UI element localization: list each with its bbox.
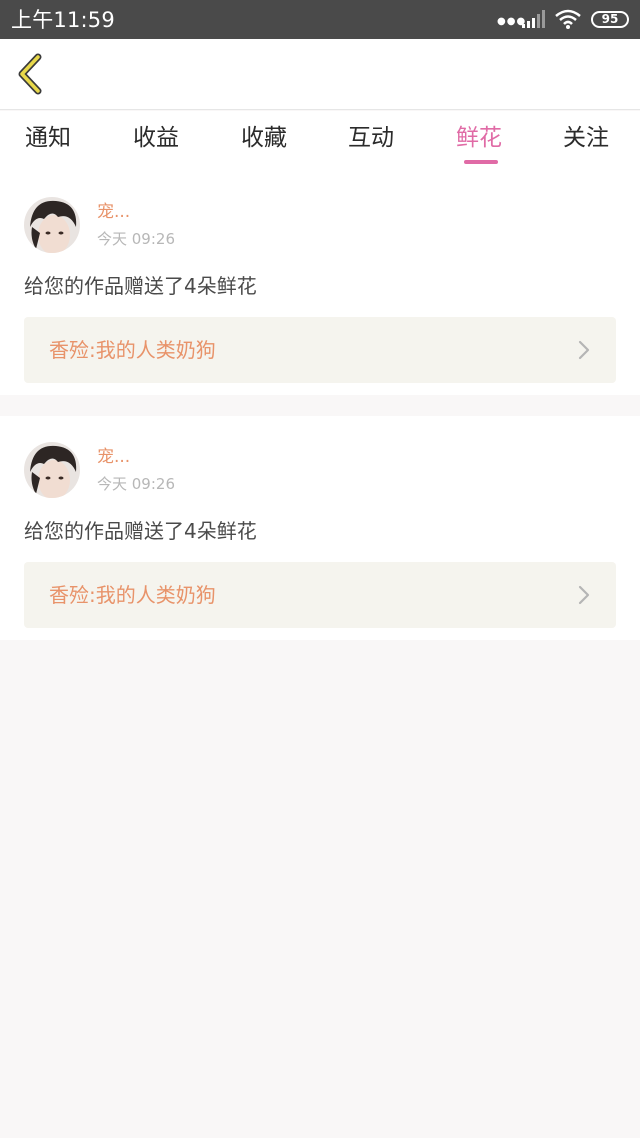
tab-favorites[interactable]: 收藏	[241, 121, 287, 155]
tab-interactions[interactable]: 互动	[348, 121, 394, 155]
username[interactable]: 宠...	[97, 446, 130, 468]
status-time: 上午11:59	[11, 8, 115, 32]
notification-card: 宠... 今天 09:26 给您的作品赠送了4朵鲜花 香殓:我的人类奶狗	[0, 416, 640, 640]
avatar[interactable]	[24, 197, 80, 253]
wifi-icon	[555, 9, 581, 29]
status-bar: 上午11:59 ●●● 95	[0, 0, 640, 39]
work-title: 香殓:我的人类奶狗	[49, 583, 216, 607]
notification-message: 给您的作品赠送了4朵鲜花	[24, 519, 257, 543]
active-tab-indicator	[464, 160, 498, 164]
tab-earnings[interactable]: 收益	[133, 121, 179, 155]
tab-flowers[interactable]: 鲜花	[456, 121, 502, 155]
work-link[interactable]: 香殓:我的人类奶狗	[24, 562, 616, 628]
avatar[interactable]	[24, 442, 80, 498]
tab-notifications[interactable]: 通知	[25, 121, 71, 155]
header	[0, 39, 640, 110]
chevron-right-icon	[578, 585, 590, 605]
notification-time: 今天 09:26	[97, 475, 175, 493]
work-link[interactable]: 香殓:我的人类奶狗	[24, 317, 616, 383]
username[interactable]: 宠...	[97, 201, 130, 223]
signal-icon	[522, 10, 545, 28]
notification-message: 给您的作品赠送了4朵鲜花	[24, 274, 257, 298]
work-title: 香殓:我的人类奶狗	[49, 338, 216, 362]
tab-follows[interactable]: 关注	[563, 121, 609, 155]
notification-card: 宠... 今天 09:26 给您的作品赠送了4朵鲜花 香殓:我的人类奶狗	[0, 171, 640, 395]
battery-icon: 95	[591, 11, 629, 28]
chevron-right-icon	[578, 340, 590, 360]
tab-bar: 通知 收益 收藏 互动 鲜花 关注	[0, 111, 640, 171]
back-chevron-icon[interactable]	[12, 51, 52, 97]
notification-time: 今天 09:26	[97, 230, 175, 248]
